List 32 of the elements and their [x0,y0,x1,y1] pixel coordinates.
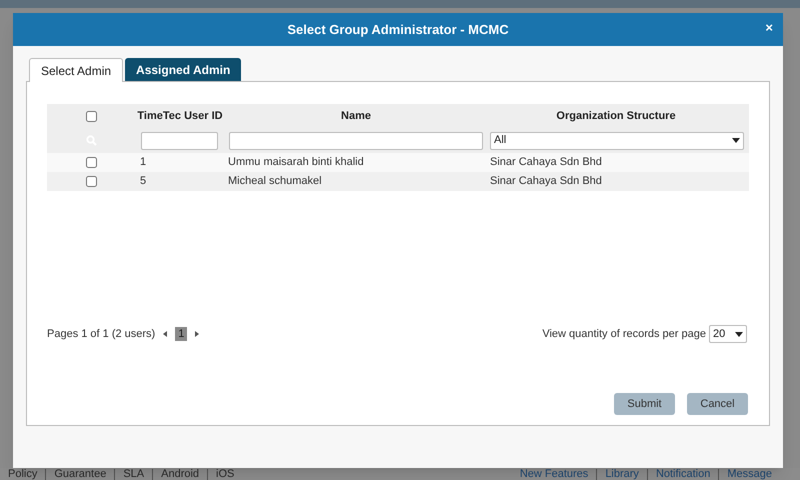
previous-page-icon[interactable] [163,331,168,337]
column-header: Organization Structure [555,108,677,124]
cancel-button[interactable]: Cancel [687,393,748,415]
table-cell-text: Sinar Cahaya Sdn Bhd [490,174,603,190]
close-button[interactable]: × [765,21,773,34]
caret-icon [735,332,743,336]
table-cell-text: 1 [139,155,148,170]
caret-icon [732,138,740,143]
column-header: TimeTec User ID [136,108,224,124]
select-all-checkbox[interactable] [86,110,96,122]
column-header: Name [340,108,372,124]
pagination-summary: Pages 1 of 1 (2 users) [47,326,156,342]
table-row[interactable]: 5 Micheal schumakel Sinar Cahaya Sdn Bhd [47,172,749,191]
tab[interactable]: Assigned Admin [125,58,242,81]
organization-filter-dropdown[interactable]: All [490,132,744,150]
per-page-dropdown[interactable]: 20 [709,325,747,343]
next-page-icon[interactable] [195,331,200,337]
user-id-filter-field[interactable] [141,132,218,150]
page-button[interactable]: 1 [175,327,188,341]
tab[interactable]: Select Admin [29,58,124,82]
table-cell-text: Micheal schumakel [227,174,323,190]
submit-button[interactable]: Submit [614,393,675,415]
row-checkbox[interactable] [86,176,96,187]
dialog-title: Select Group Administrator - MCMC [287,20,509,39]
table-cell-text: 5 [139,174,148,190]
name-filter-field[interactable] [229,132,483,150]
footer-link[interactable]: Policy [0,468,46,480]
table-cell-text: Sinar Cahaya Sdn Bhd [490,155,603,170]
per-page-label: View quantity of records per page [542,326,706,342]
table-cell-text: Ummu maisarah binti khalid [227,155,365,170]
row-checkbox[interactable] [86,157,96,168]
footer-link[interactable]: New Features [512,468,596,480]
